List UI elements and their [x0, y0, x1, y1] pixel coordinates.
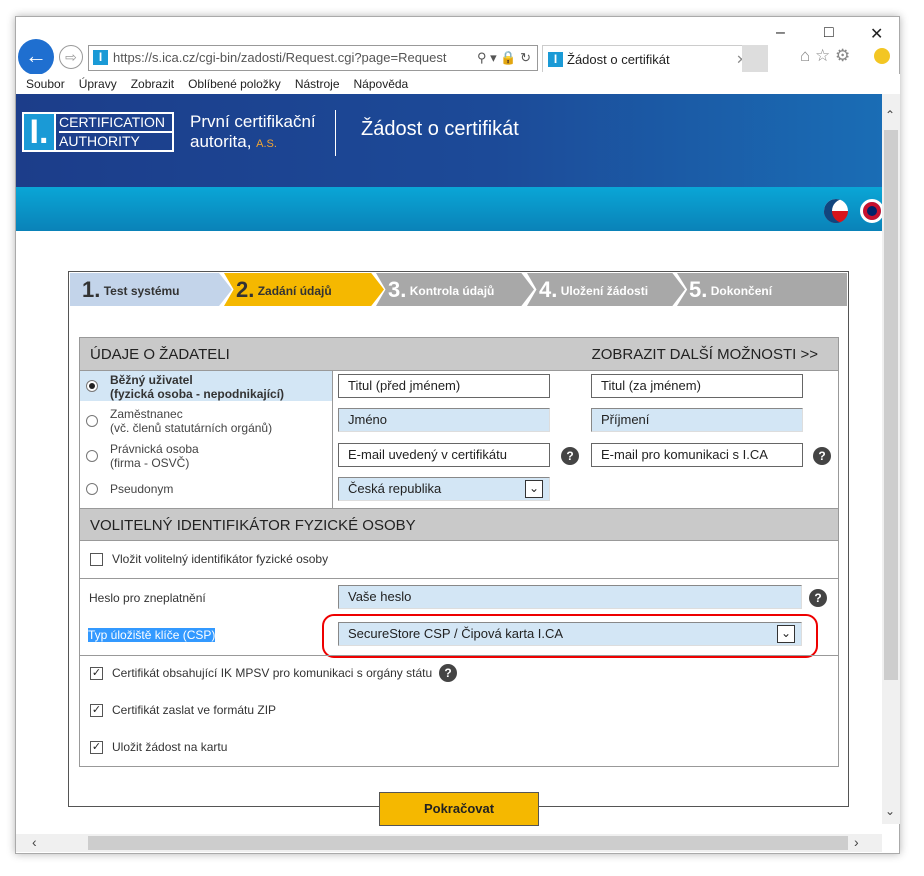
section-title: ÚDAJE O ŽADATELI: [90, 346, 230, 363]
horizontal-scroll-thumb[interactable]: [88, 836, 848, 850]
email-comm-input[interactable]: E-mail pro komunikaci s I.CA: [591, 443, 803, 467]
checkbox-label: Vložit volitelný identifikátor fyzické o…: [112, 552, 329, 566]
radio-label: Právnická osoba (firma - OSVČ): [110, 442, 199, 470]
scroll-left-icon[interactable]: ‹: [32, 834, 37, 850]
new-tab-button[interactable]: [742, 45, 768, 72]
radio-pseudonym[interactable]: [86, 483, 98, 495]
help-icon[interactable]: ?: [809, 589, 827, 607]
company-line2: autorita: [190, 132, 247, 151]
password-label: Heslo pro zneplatnění: [89, 591, 206, 605]
back-button[interactable]: ←: [18, 39, 54, 75]
vertical-scroll-thumb[interactable]: [884, 130, 898, 680]
step-3: 3. Kontrola údajů: [376, 273, 534, 306]
title-after-input[interactable]: Titul (za jménem): [591, 374, 803, 398]
applicant-header: ÚDAJE O ŽADATELI ZOBRAZIT DALŠÍ MOŽNOSTI …: [80, 338, 838, 371]
step-1: 1. Test systému: [70, 273, 232, 306]
forward-button[interactable]: ⇨: [59, 45, 83, 69]
address-bar[interactable]: Ihttps://s.ica.cz/cgi-bin/zadosti/Reques…: [88, 45, 538, 71]
radio-label: Běžný uživatel (fyzická osoba - nepodnika…: [110, 373, 285, 401]
url-text: https://s.ica.cz/cgi-bin/zadosti/Request…: [113, 50, 447, 65]
home-star-gear-icons[interactable]: ⌂ ☆ ⚙: [800, 46, 850, 66]
step-label: Zadání údajů: [257, 284, 332, 298]
radio-label: Pseudonym: [110, 482, 174, 496]
radio-label: Zaměstnanec (vč. členů statutárních orgán…: [110, 407, 273, 435]
menu-soubor[interactable]: Soubor: [26, 77, 65, 91]
step-label: Dokončení: [710, 284, 773, 298]
menu-napoveda[interactable]: Nápověda: [354, 77, 409, 91]
uk-flag-icon[interactable]: [860, 199, 884, 223]
favicon-icon: I: [93, 50, 108, 65]
radio-bezny[interactable]: [86, 380, 98, 392]
smiley-icon[interactable]: [874, 48, 890, 64]
company-suffix: A.S.: [256, 138, 277, 150]
country-select[interactable]: Česká republika ⌄: [338, 477, 550, 501]
show-more-link[interactable]: ZOBRAZIT DALŠÍ MOŽNOSTI >>: [592, 338, 818, 371]
search-lock-refresh-icons[interactable]: ⚲ ▾ 🔒 ↻: [477, 46, 531, 70]
radio-pravnicka[interactable]: [86, 450, 98, 462]
page-title: Žádost o certifikát: [361, 118, 519, 140]
radio-zamestnanec[interactable]: [86, 415, 98, 427]
close-button[interactable]: ✕: [870, 24, 883, 44]
company-line1: První certifikační: [190, 112, 316, 131]
help-icon[interactable]: ?: [813, 447, 831, 465]
checkbox-label: Uložit žádost na kartu: [112, 740, 228, 754]
save-to-card-checkbox[interactable]: ✓: [90, 741, 103, 754]
divider: [335, 110, 336, 156]
step-num: 3.: [388, 277, 407, 302]
help-icon[interactable]: ?: [439, 664, 457, 682]
favicon-icon: I: [548, 52, 563, 67]
menu-zobrazit[interactable]: Zobrazit: [131, 77, 174, 91]
menu-upravy[interactable]: Úpravy: [79, 77, 117, 91]
checkbox-label: Certifikát zaslat ve formátu ZIP: [112, 703, 277, 717]
step-num: 1.: [82, 277, 101, 302]
czech-flag-icon[interactable]: [824, 199, 848, 223]
browser-tab[interactable]: IŽádost o certifikát✕: [542, 45, 768, 72]
step-label: Uložení žádosti: [560, 284, 649, 298]
company-name: První certifikační autorita, A.S.: [190, 112, 316, 151]
step-2-active: 2. Zadání údajů: [224, 273, 384, 306]
zip-checkbox[interactable]: ✓: [90, 704, 103, 717]
banner-strip: [16, 187, 882, 231]
last-name-input[interactable]: Příjmení: [591, 408, 803, 432]
menu-oblibene[interactable]: Oblíbené položky: [188, 77, 281, 91]
optional-id-checkbox[interactable]: [90, 553, 103, 566]
chevron-down-icon[interactable]: ⌄: [525, 480, 543, 498]
checkbox-label: Certifikát obsahující IK MPSV pro komuni…: [112, 666, 433, 680]
divider: [80, 655, 838, 656]
continue-button[interactable]: Pokračovat: [379, 792, 539, 826]
optional-header: VOLITELNÝ IDENTIFIKÁTOR FYZICKÉ OSOBY: [80, 508, 838, 541]
logo-text: AUTHORITY: [59, 133, 140, 149]
menu-nastroje[interactable]: Nástroje: [295, 77, 340, 91]
csp-label: Typ úložiště klíče (CSP): [88, 628, 216, 642]
divider: [80, 578, 838, 579]
step-num: 5.: [689, 277, 708, 302]
scroll-right-icon[interactable]: ›: [854, 834, 859, 850]
menu-bar: Soubor Úpravy Zobrazit Oblíbené položky Nást…: [16, 74, 900, 94]
step-5: 5. Dokončení: [677, 273, 847, 306]
step-label: Test systému: [103, 284, 180, 298]
password-input[interactable]: Vaše heslo: [338, 585, 802, 609]
email-cert-input[interactable]: E-mail uvedený v certifikátu: [338, 443, 550, 467]
maximize-button[interactable]: □: [824, 24, 834, 42]
scroll-up-icon[interactable]: ⌃: [885, 108, 895, 122]
step-4: 4. Uložení žádosti: [527, 273, 685, 306]
first-name-input[interactable]: Jméno: [338, 408, 550, 432]
ik-mpsv-checkbox[interactable]: ✓: [90, 667, 103, 680]
help-icon[interactable]: ?: [561, 447, 579, 465]
step-num: 2.: [236, 277, 255, 302]
tab-title: Žádost o certifikát: [567, 52, 670, 67]
highlight-annotation: [322, 614, 818, 658]
ica-logo[interactable]: I. CERTIFICATION AUTHORITY: [22, 112, 174, 152]
minimize-button[interactable]: –: [776, 24, 785, 42]
scroll-down-icon[interactable]: ⌄: [885, 804, 895, 818]
country-value: Česká republika: [348, 481, 442, 496]
step-num: 4.: [539, 277, 558, 302]
logo-text: CERTIFICATION: [59, 114, 172, 133]
title-before-input[interactable]: Titul (před jménem): [338, 374, 550, 398]
step-label: Kontrola údajů: [409, 284, 495, 298]
